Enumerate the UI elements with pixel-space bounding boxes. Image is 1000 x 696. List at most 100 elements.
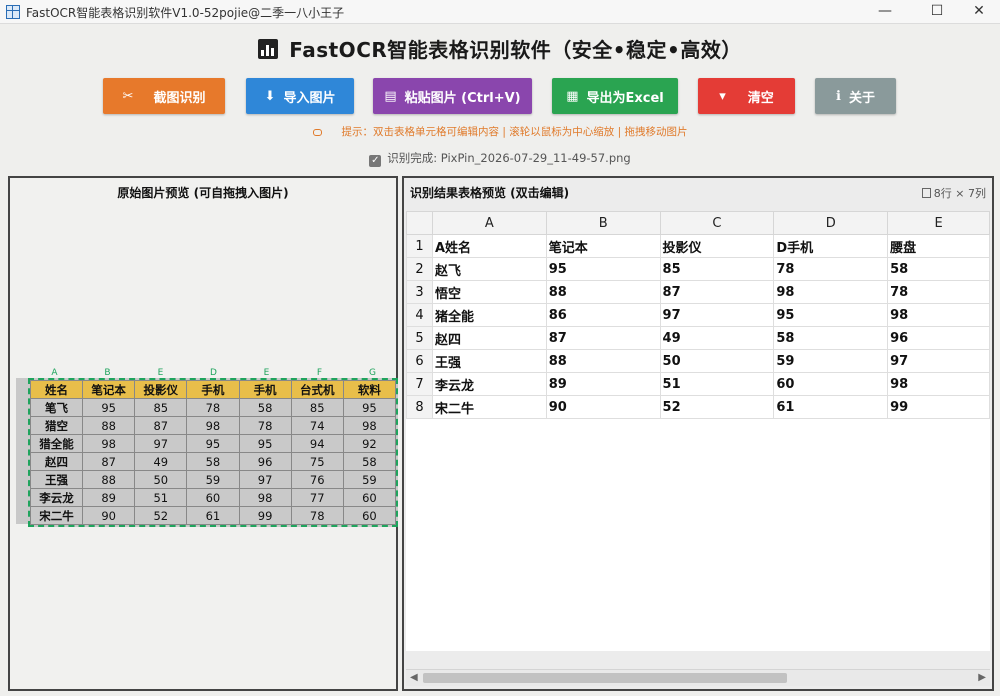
result-table-container[interactable]: A B C D E 1 A姓名 笔记本 投影仪 D手机 腰盘 2 赵飞 95 85 78 58 3 悟空 88 87 98… [406,211,990,651]
table-cell[interactable]: 96 [887,326,990,350]
table-cell[interactable]: 赵四 [431,326,547,350]
row-header[interactable]: 4 [406,303,433,327]
export-excel-button[interactable]: ▦ 导出为Excel [552,78,678,114]
preview-margin [16,378,28,524]
table-cell[interactable]: 87 [545,326,661,350]
clear-button[interactable]: ▾ 清空 [698,78,795,114]
table-row: 1 A姓名 笔记本 投影仪 D手机 腰盘 [406,234,990,258]
table-cell[interactable]: 98 [887,303,990,327]
preview-header-cell: 姓名 [29,380,84,399]
row-header[interactable]: 5 [406,326,433,350]
table-cell[interactable]: 58 [887,257,990,281]
table-cell[interactable]: 猪全能 [431,303,547,327]
preview-row: 猎全能 98 97 95 95 94 92 [29,434,397,453]
table-cell[interactable]: 85 [659,257,775,281]
table-cell[interactable]: 51 [659,372,775,396]
preview-col-letter: B [104,368,111,378]
table-cell[interactable]: 88 [545,349,661,373]
table-cell[interactable]: 李云龙 [431,372,547,396]
table-cell[interactable]: 投影仪 [659,234,775,258]
scrollbar-thumb[interactable] [423,673,787,683]
tip-icon [312,128,322,136]
import-image-button[interactable]: ⬇ 导入图片 [246,78,354,114]
table-row: 4 猪全能 86 97 95 98 [406,303,990,327]
preview-cell: 74 [290,416,344,435]
column-header[interactable]: D [773,211,889,235]
preview-row: 赵四 87 49 58 96 75 58 [29,452,397,471]
table-cell[interactable]: 98 [887,372,990,396]
table-cell[interactable]: 悟空 [431,280,547,304]
row-header[interactable]: 3 [406,280,433,304]
about-button[interactable]: ℹ 关于 [815,78,896,114]
table-cell[interactable]: 98 [773,280,889,304]
table-cell[interactable]: 95 [545,257,661,281]
table-cell[interactable]: 腰盘 [887,234,990,258]
table-cell[interactable]: 笔记本 [545,234,661,258]
row-header[interactable]: 8 [406,395,433,419]
bar-chart-icon [258,38,279,59]
scroll-right-icon[interactable]: ▶ [978,672,986,683]
result-panel: 识别结果表格预览 (双击编辑) 8行 × 7列 A B C D E 1 A姓名 笔记本 投影仪 D… [402,176,994,691]
trash-icon: ▾ [719,88,726,104]
clipboard-icon: ▤ [384,88,397,104]
row-header[interactable]: 2 [406,257,433,281]
preview-cell: 60 [342,488,397,507]
preview-cell: 98 [186,416,240,435]
table-cell[interactable]: 49 [659,326,775,350]
table-cell[interactable]: 52 [659,395,775,419]
preview-cell: 猎全能 [29,434,84,453]
table-dimensions-text: 8行 × 7列 [933,187,986,200]
preview-cell: 60 [186,488,240,507]
table-cell[interactable]: 58 [773,326,889,350]
table-cell[interactable]: 88 [545,280,661,304]
screenshot-recognize-button[interactable]: ✂ 截图识别 [103,78,225,114]
preview-cell: 王强 [29,470,84,489]
column-header[interactable]: A [431,211,547,235]
row-header[interactable]: 6 [406,349,433,373]
table-cell[interactable]: 97 [887,349,990,373]
excel-icon: ▦ [566,88,579,104]
minimize-button[interactable]: — [862,0,908,24]
table-cell[interactable]: A姓名 [431,234,547,258]
preview-cell: 85 [290,398,344,417]
row-header[interactable]: 1 [406,234,433,258]
table-cell[interactable]: 78 [887,280,990,304]
original-image-panel[interactable]: 原始图片预览 (可自拖拽入图片) ABEDEFG 姓名 笔记本 投影仪 手机 手机 台式机… [8,176,398,691]
table-cell[interactable]: 89 [545,372,661,396]
original-image-preview[interactable]: ABEDEFG 姓名 笔记本 投影仪 手机 手机 台式机 软料 笔飞 95 85 78 58 85 95 猎… [16,368,398,527]
table-cell[interactable]: 60 [773,372,889,396]
table-cell[interactable]: 宋二牛 [431,395,547,419]
table-cell[interactable]: 87 [659,280,775,304]
preview-cell: 98 [238,488,292,507]
table-cell[interactable]: 97 [659,303,775,327]
table-cell[interactable]: 50 [659,349,775,373]
preview-cell: 92 [342,434,397,453]
table-cell[interactable]: 90 [545,395,661,419]
maximize-button[interactable]: ☐ [914,0,960,24]
table-cell[interactable]: 86 [545,303,661,327]
row-header[interactable]: 7 [406,372,433,396]
column-header[interactable]: B [545,211,661,235]
column-header[interactable]: E [887,211,990,235]
preview-cell: 笔飞 [29,398,84,417]
screenshot-recognize-label: 截图识别 [153,90,206,106]
close-button[interactable]: ✕ [956,0,1000,24]
scroll-left-icon[interactable]: ◀ [410,672,418,683]
corner-cell[interactable] [406,211,433,235]
result-table[interactable]: A B C D E 1 A姓名 笔记本 投影仪 D手机 腰盘 2 赵飞 95 85 78 58 3 悟空 88 87 98… [406,211,990,419]
table-cell[interactable]: 78 [773,257,889,281]
table-cell[interactable]: 王强 [431,349,547,373]
table-cell[interactable]: 59 [773,349,889,373]
preview-cell: 89 [82,488,136,507]
paste-image-button[interactable]: ▤ 粘贴图片 (Ctrl+V) [373,78,532,114]
table-cell[interactable]: D手机 [773,234,889,258]
preview-header-cell: 投影仪 [134,380,188,399]
table-cell[interactable]: 61 [773,395,889,419]
table-cell[interactable]: 99 [887,395,990,419]
column-header[interactable]: C [659,211,775,235]
preview-table: 姓名 笔记本 投影仪 手机 手机 台式机 软料 笔飞 95 85 78 58 85 95 猎空 88 87 98 7… [29,380,397,525]
table-cell[interactable]: 95 [773,303,889,327]
horizontal-scrollbar[interactable]: ◀ ▶ [406,669,990,686]
status-line: ✓ 识别完成: PixPin_2026-07-29_11-49-57.png [0,150,1000,167]
table-cell[interactable]: 赵飞 [431,257,547,281]
